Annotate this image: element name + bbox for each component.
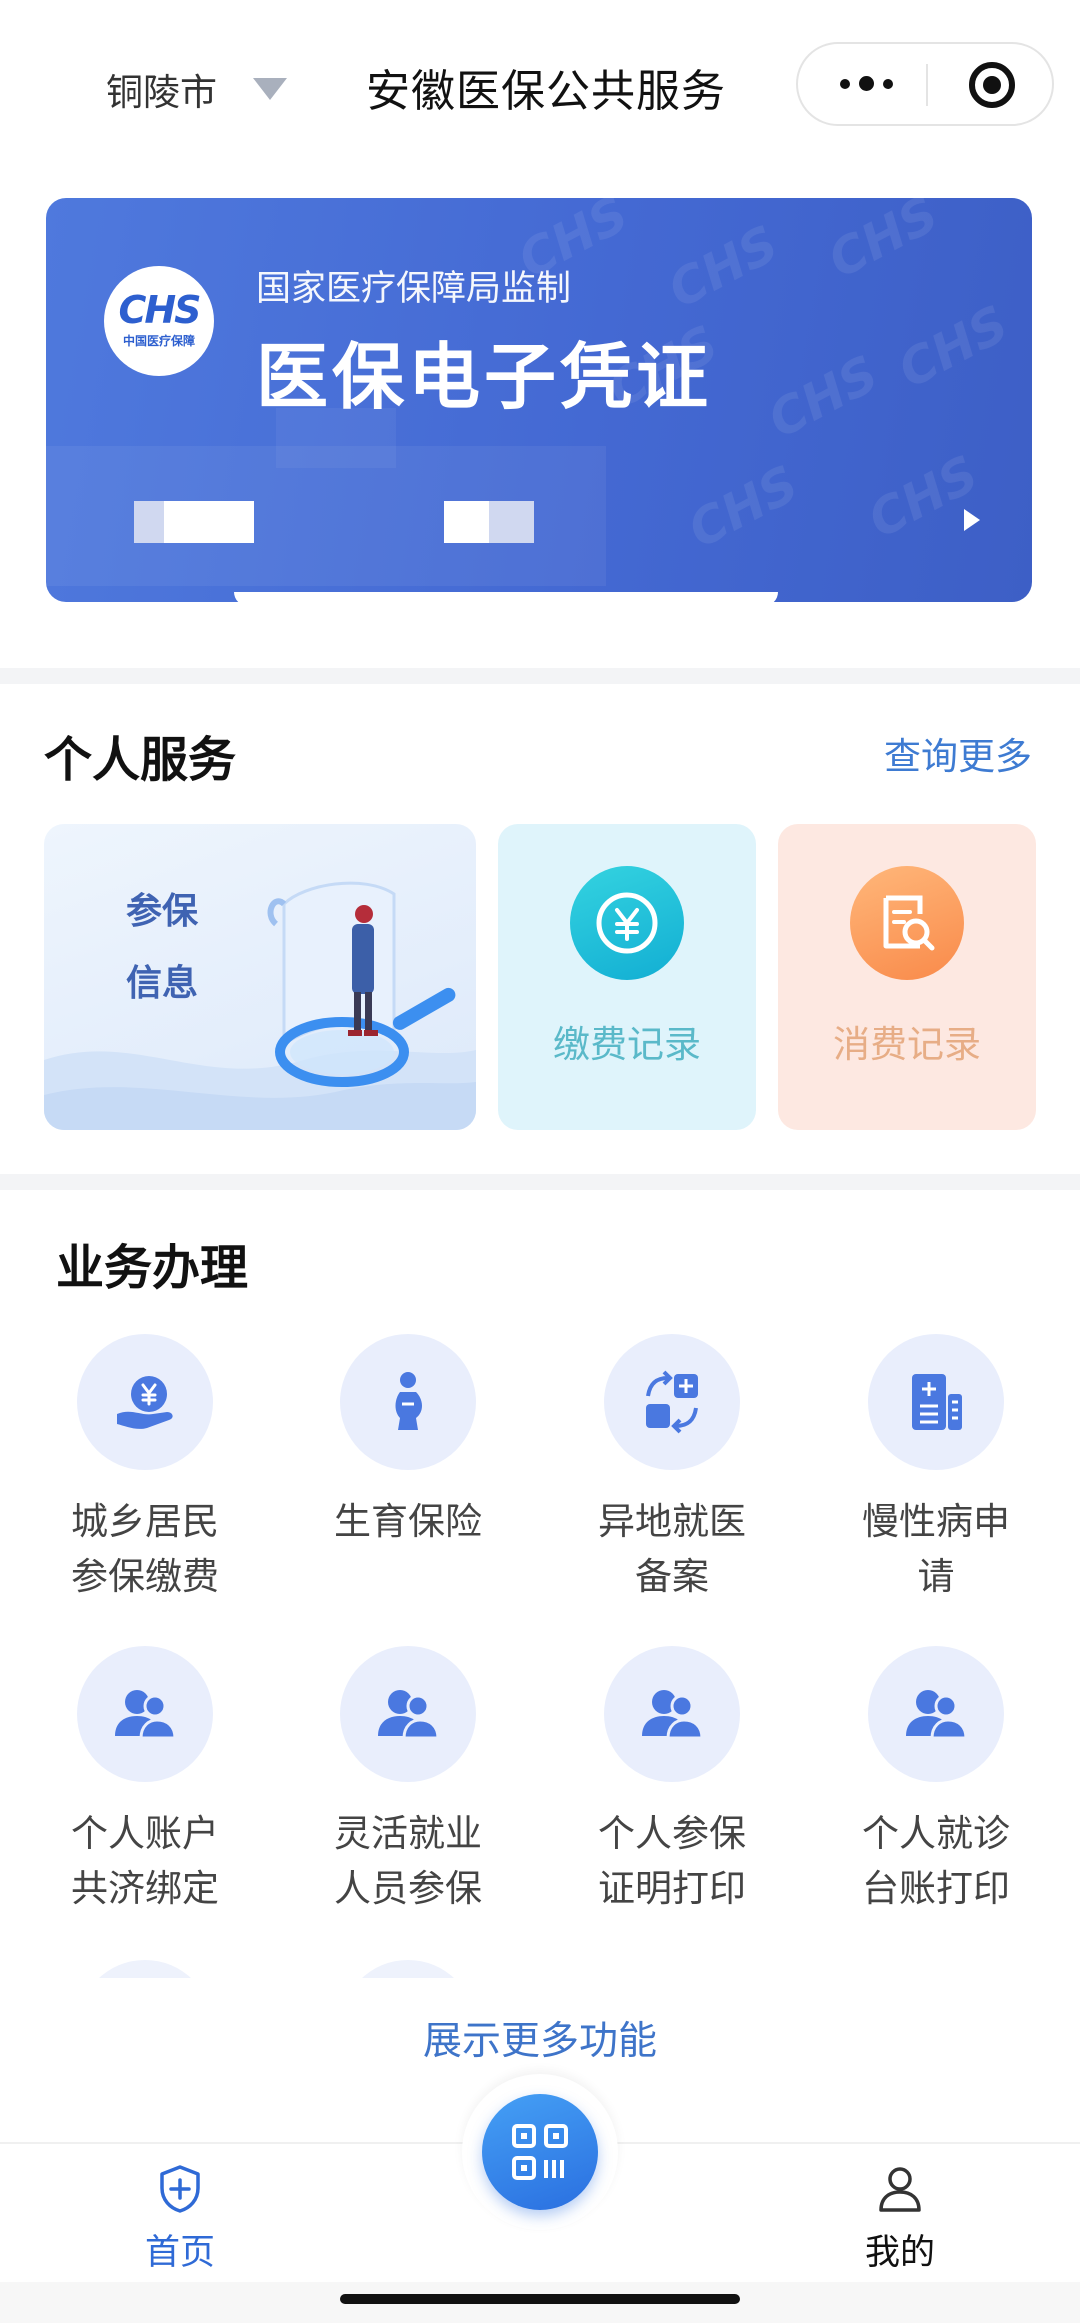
query-more-link[interactable]: 查询更多	[884, 726, 1032, 780]
business-item-label: 个人参保 证明打印	[598, 1812, 746, 1910]
pregnancy-icon	[340, 1334, 476, 1470]
business-item-account-binding[interactable]: 个人账户 共济绑定	[45, 1646, 245, 1916]
shield-plus-icon	[160, 2165, 200, 2213]
section-divider	[0, 1174, 1080, 1190]
magnifier-document-illustration	[267, 881, 456, 1087]
consumption-record-label: 消费记录	[833, 1023, 981, 1066]
redaction-block	[134, 501, 164, 543]
payment-record-label: 缴费记录	[553, 1023, 701, 1066]
users-icon	[604, 1646, 740, 1782]
business-item-flexible-employment[interactable]: 灵活就业 人员参保	[308, 1646, 508, 1916]
qr-code-icon	[512, 2124, 568, 2180]
business-item-maternity-insurance[interactable]: 生育保险	[308, 1334, 508, 1549]
business-item-chronic-disease[interactable]: 慢性病申 请	[836, 1334, 1036, 1604]
caret-down-icon	[253, 78, 287, 100]
page-title: 安徽医保公共服务	[366, 66, 726, 117]
business-item-label: 个人账户 共济绑定	[71, 1812, 219, 1910]
business-item-insurance-certificate[interactable]: 个人参保 证明打印	[572, 1646, 772, 1916]
tab-mine-label: 我的	[864, 2233, 935, 2273]
home-indicator[interactable]	[340, 2294, 740, 2304]
card-subtitle: 国家医疗保障局监制	[256, 269, 572, 309]
qr-code-button[interactable]	[482, 2094, 598, 2210]
play-arrow-icon[interactable]	[964, 509, 980, 531]
more-options-icon[interactable]	[840, 76, 893, 91]
section-divider	[0, 668, 1080, 684]
city-label: 铜陵市	[106, 71, 217, 114]
insurance-info-label-1: 参保	[126, 891, 199, 932]
tab-mine[interactable]: 我的	[800, 2164, 1000, 2275]
card-bottom-tab	[234, 592, 778, 606]
chs-logo: CHS 中国医疗保障	[104, 266, 214, 376]
personal-service-title: 个人服务	[44, 732, 237, 788]
document-search-icon	[850, 866, 964, 980]
business-item-label: 城乡居民 参保缴费	[71, 1500, 219, 1598]
users-icon	[340, 1646, 476, 1782]
capsule-divider	[926, 64, 928, 106]
user-icon	[879, 2167, 921, 2212]
tab-home-label: 首页	[144, 2233, 215, 2273]
business-item-label: 生育保险	[334, 1500, 482, 1543]
business-item-label: 灵活就业 人员参保	[334, 1812, 482, 1910]
yuan-hand-icon	[77, 1334, 213, 1470]
business-item-remote-medical-filing[interactable]: 异地就医 备案	[572, 1334, 772, 1604]
users-icon	[77, 1646, 213, 1782]
close-mini-program-icon[interactable]	[969, 62, 1015, 108]
consumption-record-tile[interactable]: 消费记录	[778, 824, 1036, 1130]
show-more-button[interactable]: 展示更多功能	[0, 2010, 1080, 2066]
navigation-bar: 铜陵市 安徽医保公共服务	[0, 0, 1080, 170]
business-item-resident-insurance[interactable]: 城乡居民 参保缴费	[45, 1334, 245, 1604]
business-item-label: 异地就医 备案	[598, 1500, 746, 1598]
payment-record-tile[interactable]: 缴费记录	[498, 824, 756, 1130]
insurance-info-label-2: 信息	[126, 963, 199, 1004]
business-item-visit-ledger[interactable]: 个人就诊 台账打印	[836, 1646, 1036, 1916]
redaction-block	[489, 501, 534, 543]
insurance-info-tile[interactable]: 参保 信息	[44, 824, 476, 1130]
city-selector[interactable]: 铜陵市	[106, 62, 287, 116]
redaction-block	[444, 501, 489, 543]
users-icon	[868, 1646, 1004, 1782]
redaction-block	[164, 501, 254, 543]
medical-document-icon	[868, 1334, 1004, 1470]
business-title: 业务办理	[56, 1240, 249, 1296]
transfer-medical-icon	[604, 1334, 740, 1470]
mini-program-capsule	[796, 42, 1054, 126]
business-item-label: 个人就诊 台账打印	[862, 1812, 1010, 1910]
yuan-coin-icon	[570, 866, 684, 980]
medical-insurance-card[interactable]: CHS CHS CHS CHS CHS CHS CHS CHS CHS 中国医疗…	[46, 198, 1032, 602]
tab-home[interactable]: 首页	[80, 2164, 280, 2275]
business-item-label: 慢性病申 请	[862, 1500, 1010, 1598]
